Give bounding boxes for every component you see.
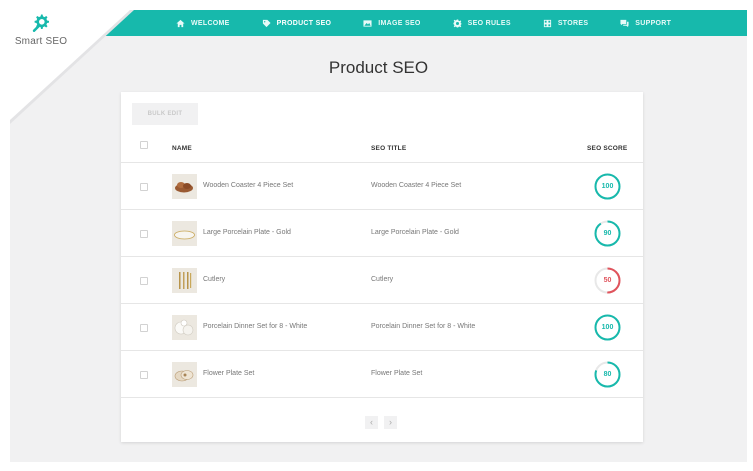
seo-score-ring: 100 — [594, 314, 621, 341]
app-logo[interactable]: Smart SEO — [10, 12, 72, 47]
bulk-edit-button[interactable]: BULK EDIT — [132, 103, 198, 125]
row-checkbox[interactable] — [140, 371, 148, 379]
product-name[interactable]: Porcelain Dinner Set for 8 - White — [203, 323, 307, 330]
select-all-checkbox[interactable] — [140, 141, 148, 149]
row-checkbox[interactable] — [140, 183, 148, 191]
product-name[interactable]: Flower Plate Set — [203, 370, 254, 377]
header-seo-score: SEO SCORE — [587, 145, 628, 152]
header-seo-title: SEO TITLE — [371, 145, 407, 152]
product-name[interactable]: Cutlery — [203, 276, 225, 283]
table-row[interactable]: Large Porcelain Plate - Gold Large Porce… — [121, 210, 643, 257]
seo-title: Large Porcelain Plate - Gold — [371, 229, 459, 236]
image-icon — [363, 19, 372, 27]
seo-score-value: 50 — [603, 277, 612, 284]
product-name[interactable]: Large Porcelain Plate - Gold — [203, 229, 291, 236]
dinner-set-image — [172, 315, 197, 340]
row-checkbox[interactable] — [140, 277, 148, 285]
header-name: NAME — [172, 145, 192, 152]
product-name[interactable]: Wooden Coaster 4 Piece Set — [203, 182, 293, 189]
seo-score-value: 90 — [603, 230, 612, 237]
app-frame: WELCOME PRODUCT SEO IMAGE SEO SEO RULES … — [10, 10, 747, 462]
nav-label: SUPPORT — [635, 19, 672, 27]
nav-welcome[interactable]: WELCOME — [160, 10, 246, 36]
cutlery-image — [172, 268, 197, 293]
seo-score-ring: 50 — [594, 267, 621, 294]
tag-icon — [262, 19, 271, 27]
page-title: Product SEO — [328, 58, 429, 77]
row-checkbox[interactable] — [140, 230, 148, 238]
table-row[interactable]: Flower Plate Set Flower Plate Set 80 — [121, 351, 643, 398]
nav-stores[interactable]: STORES — [527, 10, 604, 36]
chat-icon — [620, 19, 629, 27]
seo-title: Cutlery — [371, 276, 394, 283]
nav-label: STORES — [557, 19, 589, 27]
store-icon — [543, 19, 551, 27]
seo-score-ring: 90 — [594, 220, 621, 247]
main-nav: WELCOME PRODUCT SEO IMAGE SEO SEO RULES … — [160, 10, 687, 36]
products-card: BULK EDIT NAME SEO TITLE SEO SCORE Woode… — [121, 92, 643, 442]
app-name: Smart SEO — [14, 36, 68, 47]
gear-icon — [453, 18, 462, 28]
seo-score-ring: 100 — [594, 173, 621, 200]
nav-support[interactable]: SUPPORT — [604, 10, 687, 36]
nav-label: PRODUCT SEO — [276, 19, 332, 27]
home-icon — [176, 19, 185, 27]
nav-label: WELCOME — [191, 19, 230, 27]
nav-image-seo[interactable]: IMAGE SEO — [347, 10, 436, 36]
nav-label: IMAGE SEO — [378, 19, 421, 27]
table-row[interactable]: Cutlery Cutlery 50 — [121, 257, 643, 304]
seo-score-value: 100 — [601, 183, 614, 190]
next-page-button[interactable]: › — [384, 416, 397, 429]
wrench-gear-logo-icon — [32, 14, 49, 33]
nav-label: SEO RULES — [467, 19, 511, 27]
row-checkbox[interactable] — [140, 324, 148, 332]
plate-image — [172, 221, 197, 246]
seo-title: Flower Plate Set — [371, 370, 423, 377]
table-row[interactable]: Porcelain Dinner Set for 8 - White Porce… — [121, 304, 643, 351]
prev-page-button[interactable]: ‹ — [365, 416, 378, 429]
seo-score-value: 80 — [603, 371, 612, 378]
coaster-image — [172, 174, 197, 199]
seo-title: Wooden Coaster 4 Piece Set — [371, 182, 462, 189]
seo-score-value: 100 — [601, 324, 614, 331]
pagination: ‹ › — [365, 416, 403, 429]
table-row[interactable]: Wooden Coaster 4 Piece Set Wooden Coaste… — [121, 163, 643, 210]
flower-plate-image — [172, 362, 197, 387]
nav-seo-rules[interactable]: SEO RULES — [437, 10, 527, 36]
seo-score-ring: 80 — [594, 361, 621, 388]
nav-product-seo[interactable]: PRODUCT SEO — [246, 10, 348, 36]
table-header: NAME SEO TITLE SEO SCORE — [121, 139, 643, 163]
seo-title: Porcelain Dinner Set for 8 - White — [371, 323, 476, 330]
